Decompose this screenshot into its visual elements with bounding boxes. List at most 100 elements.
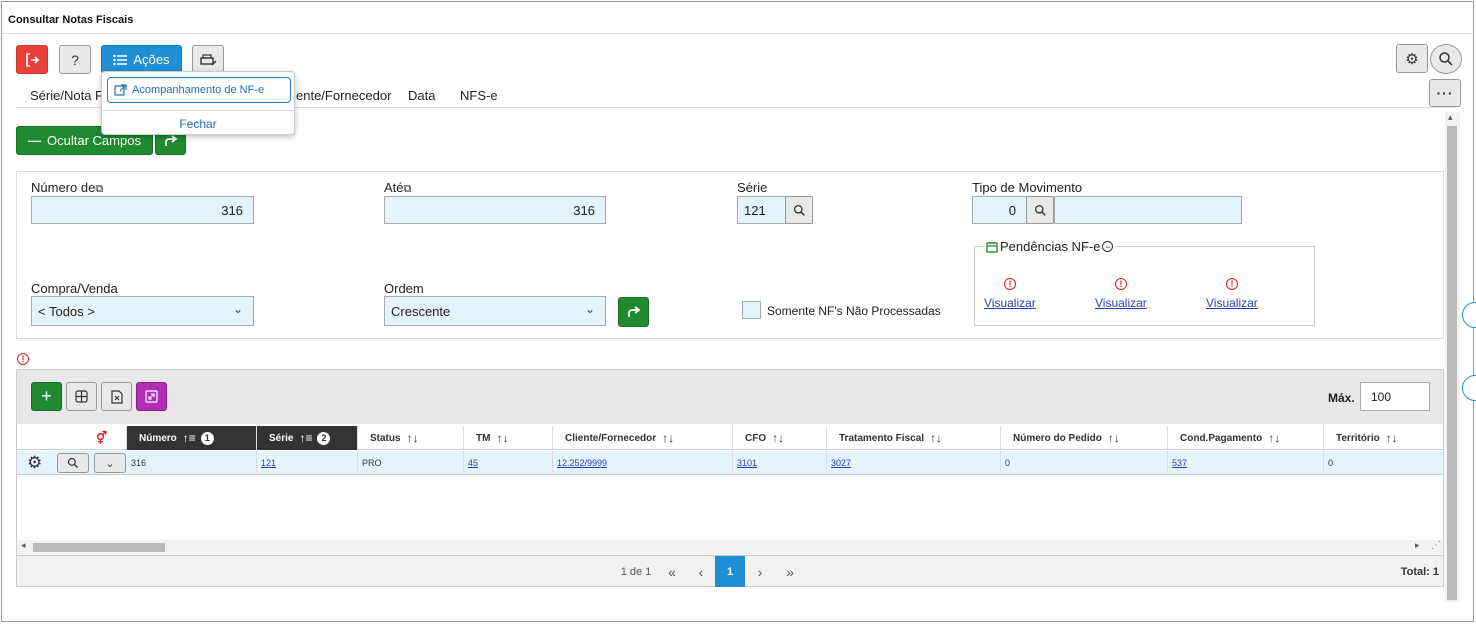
pendencias-legend: Pendências NF-e − (984, 239, 1116, 254)
cell-territorio: 0 (1328, 458, 1334, 468)
settings-button[interactable]: ⚙ (1396, 44, 1428, 73)
pager-info: 1 de 1 (620, 565, 652, 578)
pager-next-button[interactable]: › (747, 556, 773, 587)
column-tm[interactable]: TM ↑↓ (464, 426, 553, 450)
resize-handle-icon[interactable]: ⋰ (1431, 540, 1441, 551)
numero-de-input[interactable]: 316 (31, 196, 254, 224)
user-edit-icon[interactable]: ⚥ (96, 431, 107, 445)
somente-nf-label: Somente NF's Não Processadas (767, 304, 941, 318)
add-button[interactable]: + (31, 382, 62, 411)
gear-icon[interactable]: ⚙ (27, 453, 42, 473)
column-cfo[interactable]: CFO ↑↓ (733, 426, 827, 450)
visualizar-link-1[interactable]: Visualizar (984, 296, 1036, 310)
column-numero-pedido[interactable]: Número do Pedido ↑↓ (1001, 426, 1168, 450)
tm-link[interactable]: 45 (468, 458, 478, 468)
pager-prev-button[interactable]: ‹ (688, 556, 714, 587)
column-cliente-fornecedor[interactable]: Cliente/Fornecedor ↑↓ (553, 426, 733, 450)
vertical-scroll-thumb[interactable] (1447, 126, 1457, 600)
ordem-apply-button[interactable] (618, 297, 649, 327)
copy-icon[interactable]: ⧉ (404, 183, 412, 195)
table-row[interactable]: ⚙ ⌄ 316 121 PRO 45 12.252/9999 3101 3027… (17, 451, 1443, 475)
column-territorio[interactable]: Território ↑↓ (1324, 426, 1443, 450)
tab-cliente-fornecedor[interactable]: ente/Fornecedor (296, 88, 391, 103)
vertical-scrollbar[interactable]: ▴ (1445, 112, 1460, 602)
tratamento-link[interactable]: 3027 (831, 458, 851, 468)
row-expand-button[interactable]: ⌄ (94, 453, 126, 473)
columns-button[interactable] (66, 382, 97, 411)
more-options-button[interactable]: ··· (1429, 79, 1461, 107)
list-icon (113, 54, 128, 65)
ordem-select[interactable]: Crescente ⌄ (384, 296, 606, 326)
scroll-right-icon[interactable]: ▸ (1415, 540, 1420, 551)
serie-link[interactable]: 121 (261, 458, 276, 468)
search-toggle-button[interactable] (1430, 44, 1462, 74)
help-icon: ? (71, 51, 79, 68)
column-cond-pagamento[interactable]: Cond.Pagamento ↑↓ (1168, 426, 1324, 450)
expand-icon (145, 390, 158, 403)
print-button[interactable] (192, 45, 224, 74)
serie-search-button[interactable] (785, 196, 813, 224)
acompanhamento-nfe-item[interactable]: Acompanhamento de NF-e (107, 77, 291, 103)
calendar-icon (986, 241, 998, 253)
ate-input[interactable]: 316 (384, 196, 606, 224)
ellipsis-icon: ··· (1436, 85, 1454, 101)
pendencias-label: Pendências NF-e (1000, 239, 1101, 254)
excel-export-button[interactable] (101, 382, 132, 411)
horizontal-scrollbar[interactable]: ◂ ▸ ⋰ (17, 540, 1443, 554)
tipo-movimento-input[interactable]: 0 (972, 196, 1027, 224)
numero-de-label: Número de⧉ (31, 180, 104, 195)
gear-icon: ⚙ (1405, 50, 1419, 68)
expand-button[interactable] (136, 382, 167, 411)
serie-label: Série (737, 180, 768, 195)
tipo-movimento-search-button[interactable] (1026, 196, 1054, 224)
chevron-down-icon: ⌄ (105, 457, 115, 470)
acoes-button[interactable]: Ações (101, 45, 182, 74)
search-icon (793, 204, 805, 216)
scroll-left-icon[interactable]: ◂ (21, 540, 26, 551)
pager-first-button[interactable]: « (659, 556, 685, 587)
column-numero[interactable]: Número ↑≡ 1 (127, 426, 257, 450)
ate-label: Até⧉ (384, 180, 412, 195)
max-input[interactable]: 100 (1360, 382, 1430, 411)
tab-nfse[interactable]: NFS-e (460, 88, 498, 103)
max-label: Máx. (1328, 391, 1355, 405)
fechar-button[interactable]: Fechar (102, 110, 294, 131)
cond-link[interactable]: 537 (1172, 458, 1187, 468)
cell-tm: 45 (464, 451, 553, 475)
collapse-icon[interactable]: − (1102, 241, 1114, 252)
help-button[interactable]: ? (59, 45, 91, 74)
horizontal-scroll-thumb[interactable] (33, 543, 165, 552)
scroll-up-icon[interactable]: ▴ (1448, 112, 1453, 123)
alert-icon: ! (1115, 278, 1127, 290)
pager-last-button[interactable]: » (777, 556, 803, 587)
title-divider (2, 33, 1473, 34)
column-tratamento-fiscal[interactable]: Tratamento Fiscal ↑↓ (827, 426, 1001, 450)
external-link-icon (114, 83, 127, 96)
somente-nf-checkbox[interactable] (742, 301, 761, 319)
compra-venda-value: < Todos > (38, 303, 95, 319)
visualizar-link-2[interactable]: Visualizar (1095, 296, 1147, 310)
column-serie[interactable]: Série ↑≡ 2 (257, 426, 358, 450)
compra-venda-select[interactable]: < Todos > ⌄ (31, 296, 254, 326)
copy-icon[interactable]: ⧉ (95, 183, 103, 195)
serie-input[interactable]: 121 (737, 196, 786, 224)
ocultar-campos-label: Ocultar Campos (47, 133, 141, 148)
cell-pedido: 0 (1001, 451, 1168, 475)
alert-icon: ! (1226, 278, 1238, 290)
tab-data[interactable]: Data (408, 88, 435, 103)
alert-icon: ! (1004, 278, 1016, 290)
visualizar-link-3[interactable]: Visualizar (1206, 296, 1258, 310)
exit-button[interactable] (16, 45, 48, 74)
tab-serie-nota[interactable]: Série/Nota Fi (30, 88, 106, 103)
grid-toolbar: + Máx. 100 (17, 370, 1443, 424)
plus-icon: + (41, 386, 52, 406)
row-view-button[interactable] (57, 453, 89, 473)
acoes-dropdown: Acompanhamento de NF-e Fechar (101, 71, 295, 135)
column-status[interactable]: Status ↑↓ (358, 426, 464, 450)
cfo-link[interactable]: 3101 (737, 458, 757, 468)
cliente-link[interactable]: 12.252/9999 (557, 458, 607, 468)
excel-icon (110, 389, 123, 404)
warning-icon: ! (17, 353, 29, 365)
pager-page-1[interactable]: 1 (715, 556, 745, 587)
total-count: Total: 1 (1400, 565, 1439, 578)
